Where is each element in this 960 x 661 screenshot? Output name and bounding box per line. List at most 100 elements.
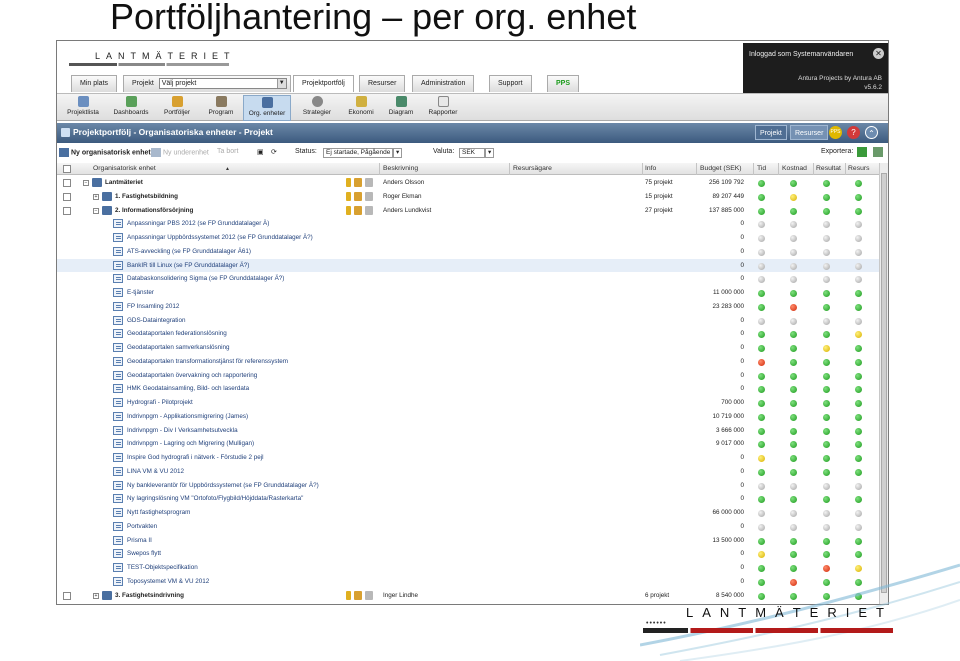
project-row[interactable]: Indrivnpgm - Applikationsmigrering (Jame… <box>57 410 879 424</box>
col-resource[interactable]: Resurs <box>848 165 870 172</box>
col-desc[interactable]: Beskrivning <box>383 165 418 172</box>
expand-toggle[interactable]: + <box>93 193 99 200</box>
project-row[interactable]: Geodataportalen transformationstjänst fö… <box>57 355 879 369</box>
project-row[interactable]: Anpassningar PBS 2012 (se FP Grunddatala… <box>57 217 879 231</box>
tab-administration[interactable]: Administration <box>412 75 475 92</box>
row-checkbox[interactable] <box>63 591 71 600</box>
vertical-scrollbar[interactable] <box>879 163 888 604</box>
project-name[interactable]: GDS-Dataintegration <box>127 317 185 324</box>
project-row[interactable]: Swepos flytt 0 <box>57 547 879 561</box>
tab-support[interactable]: Support <box>489 75 532 92</box>
project-row[interactable]: Databaskonsolidering Sigma (se FP Grundd… <box>57 272 879 286</box>
org-unit-row[interactable]: − 2. Informationsförsörjning Anders Lundkv… <box>57 204 879 218</box>
project-name[interactable]: BankIR till Linux (se FP Grunddatalager … <box>127 262 249 269</box>
row-checkbox[interactable] <box>63 192 71 201</box>
project-name[interactable]: Portvakten <box>127 523 157 530</box>
trash-icon[interactable] <box>365 191 373 201</box>
project-name[interactable]: Inspire God hydrografi i nätverk - Först… <box>127 454 264 461</box>
org-unit-name[interactable]: 3. Fastighetsindrivning <box>115 592 184 599</box>
toolbar-projektlista[interactable]: Projektlista <box>61 95 105 121</box>
status-select[interactable]: Ej startade, Pågående ▾ <box>323 148 402 158</box>
settings-icon[interactable] <box>354 590 362 600</box>
org-unit-name[interactable]: Lantmäteriet <box>105 179 143 186</box>
project-row[interactable]: Inspire God hydrografi i nätverk - Först… <box>57 451 879 465</box>
tab-projektportfolj[interactable]: Projektportfölj <box>293 75 354 92</box>
project-name[interactable]: TEST-Objektspecifikation <box>127 564 198 571</box>
project-row[interactable]: Indrivnpgm - Div I Verksamhetsutveckla 3 … <box>57 424 879 438</box>
project-name[interactable]: Indrivnpgm - Lagring och Migrering (Mull… <box>127 440 254 447</box>
remove-button[interactable]: Ta bort <box>217 148 238 155</box>
project-name[interactable]: HMK Geodatainsamling, Bild- och laserdat… <box>127 385 249 392</box>
project-row[interactable]: FP Insamling 2012 23 283 000 <box>57 300 879 314</box>
project-row[interactable]: Hydrografi - Pilotprojekt 700 000 <box>57 396 879 410</box>
pencil-icon[interactable] <box>346 590 351 600</box>
col-budget[interactable]: Budget (SEK) <box>700 165 742 172</box>
toolbar-dashboards[interactable]: Dashboards <box>109 95 153 121</box>
pps-icon[interactable]: PPS <box>829 126 842 139</box>
col-result[interactable]: Resultat <box>816 165 841 172</box>
project-name[interactable]: Nytt fastighetsprogram <box>127 509 190 516</box>
project-name[interactable]: FP Insamling 2012 <box>127 303 179 310</box>
project-row[interactable]: Geodataportalen övervakning och rapporte… <box>57 369 879 383</box>
expand-toggle[interactable]: − <box>83 180 89 186</box>
org-unit-row[interactable]: +3. Fastighetsindrivning Inger Lindhe 6 pr… <box>57 589 879 603</box>
export-icon[interactable] <box>873 147 883 157</box>
view-resurser-button[interactable]: Resurser <box>790 125 829 140</box>
project-row[interactable]: Geodataportalen federationslösning 0 <box>57 327 879 341</box>
project-name[interactable]: Geodataportalen övervakning och rapporte… <box>127 372 257 379</box>
tab-resurser[interactable]: Resurser <box>359 75 406 92</box>
project-name[interactable]: Geodataportalen samverkanslösning <box>127 344 230 351</box>
project-name[interactable]: E-tjänster <box>127 289 154 296</box>
new-subunit-button[interactable]: Ny underenhet <box>151 148 209 157</box>
currency-select[interactable]: SEK ▾ <box>459 148 494 158</box>
project-name[interactable]: Ny lagringslösning VM "Ortofoto/Flygbild… <box>127 495 303 502</box>
project-row[interactable]: Ny lagringslösning VM "Ortofoto/Flygbild… <box>57 492 879 506</box>
project-row[interactable]: Nytt fastighetsprogram 66 000 000 <box>57 506 879 520</box>
view-projekt-button[interactable]: Projekt <box>755 125 787 140</box>
project-row[interactable]: Portvakten 0 <box>57 520 879 534</box>
project-name[interactable]: Swepos flytt <box>127 550 161 557</box>
expand-toggle[interactable]: − <box>93 207 99 214</box>
tab-pps[interactable]: PPS <box>547 75 580 92</box>
pencil-icon[interactable] <box>346 191 351 201</box>
project-row[interactable]: BankIR till Linux (se FP Grunddatalager … <box>57 258 879 273</box>
project-name[interactable]: Geodataportalen federationslösning <box>127 330 227 337</box>
excel-icon[interactable] <box>857 147 867 157</box>
trash-icon[interactable] <box>365 205 373 215</box>
project-row[interactable]: Indrivnpgm - Lagring och Migrering (Mull… <box>57 437 879 451</box>
col-cost[interactable]: Kostnad <box>782 165 807 172</box>
trash-icon[interactable] <box>365 590 373 600</box>
col-org[interactable]: Organisatorisk enhet <box>93 165 156 172</box>
toolbar-ekonomi[interactable]: Ekonomi <box>341 95 381 121</box>
project-select[interactable]: Välj projekt ▼ <box>158 77 287 89</box>
project-name[interactable]: Toposystemet VM & VU 2012 <box>127 578 209 585</box>
project-name[interactable]: Geodataportalen transformationstjänst fö… <box>127 358 288 365</box>
project-name[interactable]: LINA VM & VU 2012 <box>127 468 184 475</box>
select-all-checkbox[interactable] <box>63 165 71 173</box>
org-unit-row[interactable]: − Lantmäteriet Anders Olsson 75 projekt 256 … <box>57 176 879 190</box>
expand-toggle[interactable]: + <box>93 592 99 599</box>
org-unit-name[interactable]: 1. Fastighetsbildning <box>115 193 178 200</box>
toolbar-strategier[interactable]: Strategier <box>297 95 337 121</box>
print-icon[interactable]: ▣ <box>257 148 264 156</box>
col-info[interactable]: Info <box>645 165 656 172</box>
project-row[interactable]: HMK Geodatainsamling, Bild- och laserdat… <box>57 382 879 396</box>
col-owner[interactable]: Resursägare <box>513 165 552 172</box>
org-unit-name[interactable]: 2. Informationsförsörjning <box>115 207 193 214</box>
project-name[interactable]: ATS-avveckling (se FP Grunddatalager Ä61… <box>127 248 251 255</box>
tab-projekt[interactable]: Projekt Välj projekt ▼ <box>123 75 291 92</box>
collapse-icon[interactable]: ⌃ <box>865 126 878 139</box>
project-row[interactable]: Geodataportalen samverkanslösning 0 <box>57 341 879 355</box>
project-row[interactable]: LINA VM & VU 2012 0 <box>57 465 879 479</box>
row-checkbox[interactable] <box>63 206 71 215</box>
project-name[interactable]: Anpassningar Uppbördssystemet 2012 (se F… <box>127 234 313 241</box>
project-row[interactable]: E-tjänster 11 000 000 <box>57 286 879 300</box>
project-row[interactable]: TEST-Objektspecifikation 0 <box>57 561 879 575</box>
pencil-icon[interactable] <box>346 205 351 215</box>
close-icon[interactable]: ✕ <box>873 48 884 59</box>
trash-icon[interactable] <box>365 178 373 187</box>
tab-min-plats[interactable]: Min plats <box>71 75 118 92</box>
settings-icon[interactable] <box>354 205 362 215</box>
toolbar-org-enheter[interactable]: Org. enheter <box>243 95 291 121</box>
project-row[interactable]: ATS-avveckling (se FP Grunddatalager Ä61… <box>57 245 879 259</box>
